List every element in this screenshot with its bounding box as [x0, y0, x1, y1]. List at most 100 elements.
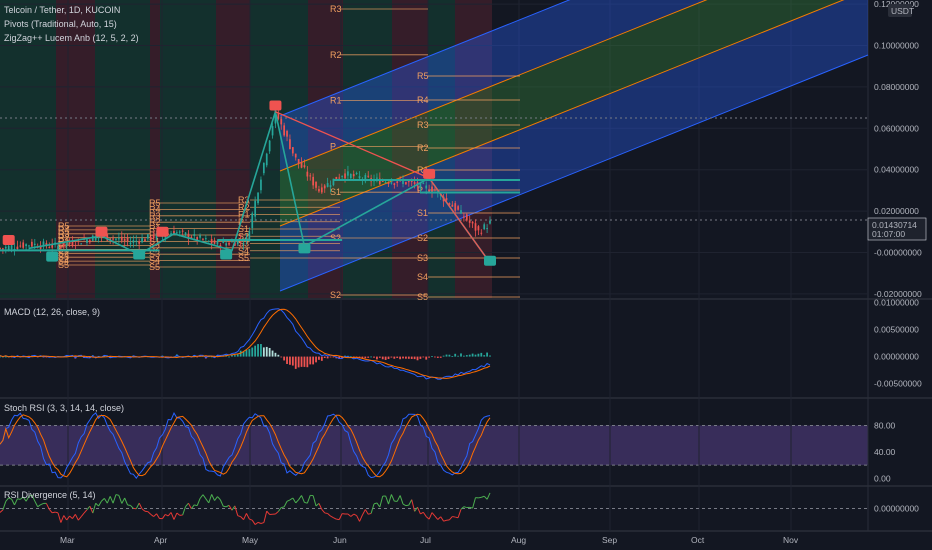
rsidiv-segment	[312, 495, 317, 507]
rsidiv-segment	[481, 495, 485, 498]
rsidiv-segment	[101, 497, 105, 502]
stoch-axis-tick: 0.00	[874, 473, 891, 483]
candle-body	[291, 147, 294, 154]
swing-low-marker	[133, 249, 146, 260]
candle-body	[309, 175, 312, 177]
macd-histogram-bar	[451, 356, 454, 357]
rsidiv-title: RSI Divergence (5, 14)	[4, 490, 96, 500]
candle-body	[181, 230, 184, 232]
rsidiv-segment	[437, 516, 442, 520]
pivot-jun-label: R1	[330, 96, 342, 106]
rsidiv-segment	[260, 522, 264, 524]
macd-histogram-bar	[318, 356, 320, 360]
candle-body	[254, 200, 257, 217]
price-axis-tick: -0.00000000	[874, 247, 922, 257]
rsidiv-segment	[112, 494, 117, 504]
candle-body	[265, 153, 268, 166]
rsidiv-segment	[167, 512, 172, 517]
rsidiv-segment	[106, 496, 111, 504]
macd-histogram-bar	[364, 356, 367, 359]
candle-body	[10, 245, 13, 250]
macd-histogram-bar	[445, 354, 448, 357]
macd-histogram-bar	[387, 356, 390, 359]
macd-histogram-bar	[431, 356, 433, 358]
rsidiv-segment	[228, 505, 233, 511]
pivot-jun-label: R2	[330, 50, 342, 60]
candle-body	[193, 234, 196, 237]
candle-body	[289, 139, 291, 150]
candle-body	[89, 240, 91, 243]
candle-body	[347, 171, 349, 176]
macd-histogram-bar	[489, 355, 491, 357]
macd-histogram-bar	[468, 354, 471, 357]
macd-histogram-bar	[320, 356, 323, 361]
time-axis-label: Sep	[602, 535, 617, 545]
candle-body	[28, 245, 30, 247]
pivot-jun-label: S2	[330, 233, 341, 243]
rsidiv-segment	[281, 506, 285, 509]
rsidiv-segment	[483, 495, 488, 500]
macd-histogram-bar	[315, 356, 317, 363]
macd-histogram-bar	[384, 356, 387, 360]
candle-body	[384, 182, 387, 184]
macd-histogram-bar	[460, 353, 462, 357]
pivot-jun-label: P	[330, 141, 336, 151]
macd-histogram-bar	[390, 356, 393, 358]
macd-histogram-bar	[436, 356, 439, 358]
pivot-may-label: S5	[238, 253, 249, 263]
macd-histogram-bar	[378, 356, 381, 358]
rsidiv-segment	[138, 502, 143, 510]
candle-body	[175, 232, 178, 234]
rsidiv-segment	[347, 513, 352, 517]
macd-histogram-bar	[413, 356, 416, 360]
pivot-jul-label: R3	[417, 120, 429, 130]
rsidiv-segment	[417, 507, 421, 515]
candle-body	[286, 130, 288, 137]
rsidiv-segment	[194, 504, 198, 507]
candle-body	[390, 182, 393, 184]
macd-histogram-bar	[236, 354, 239, 357]
swing-low-marker	[220, 249, 233, 260]
candle-body	[405, 182, 407, 185]
rsidiv-segment	[359, 514, 363, 522]
candle-body	[454, 203, 457, 211]
macd-histogram-bar	[254, 345, 257, 357]
rsidiv-segment	[243, 513, 247, 520]
rsidiv-segment	[240, 516, 244, 521]
rsidiv-segment	[356, 515, 360, 522]
macd-histogram-bar	[280, 356, 283, 358]
candle-body	[268, 140, 271, 152]
candle-body	[141, 238, 143, 243]
candle-body	[216, 240, 219, 245]
candle-body	[344, 173, 346, 179]
rsidiv-segment	[0, 509, 4, 513]
rsidiv-segment	[408, 499, 413, 506]
macd-histogram-bar	[402, 356, 404, 359]
rsidiv-segment	[69, 515, 73, 519]
rsidiv-segment	[376, 502, 381, 508]
rsidiv-segment	[353, 513, 357, 516]
macd-histogram-bar	[248, 349, 251, 357]
time-axis-label: Aug	[511, 535, 526, 545]
candle-body	[460, 210, 462, 214]
rsidiv-segment	[298, 495, 302, 500]
rsidiv-segment	[402, 503, 407, 507]
candle-body	[120, 236, 123, 241]
rsidiv-segment	[283, 501, 288, 508]
macd-histogram-bar	[428, 356, 431, 358]
macd-axis-tick: -0.00500000	[874, 379, 922, 389]
candle-body	[326, 183, 329, 187]
candle-body	[312, 176, 315, 186]
candle-body	[60, 246, 62, 248]
candle-body	[352, 174, 355, 177]
macd-histogram-bar	[410, 356, 413, 359]
macd-histogram-bar	[419, 356, 422, 359]
rsidiv-segment	[422, 511, 427, 517]
rsidiv-segment	[414, 506, 418, 512]
macd-histogram-bar	[0, 356, 1, 358]
candle-body	[257, 192, 259, 204]
rsidiv-segment	[37, 504, 41, 508]
rsidiv-segment	[199, 494, 204, 499]
pivot-jul-label: S5	[417, 292, 428, 302]
rsidiv-segment	[214, 496, 218, 501]
